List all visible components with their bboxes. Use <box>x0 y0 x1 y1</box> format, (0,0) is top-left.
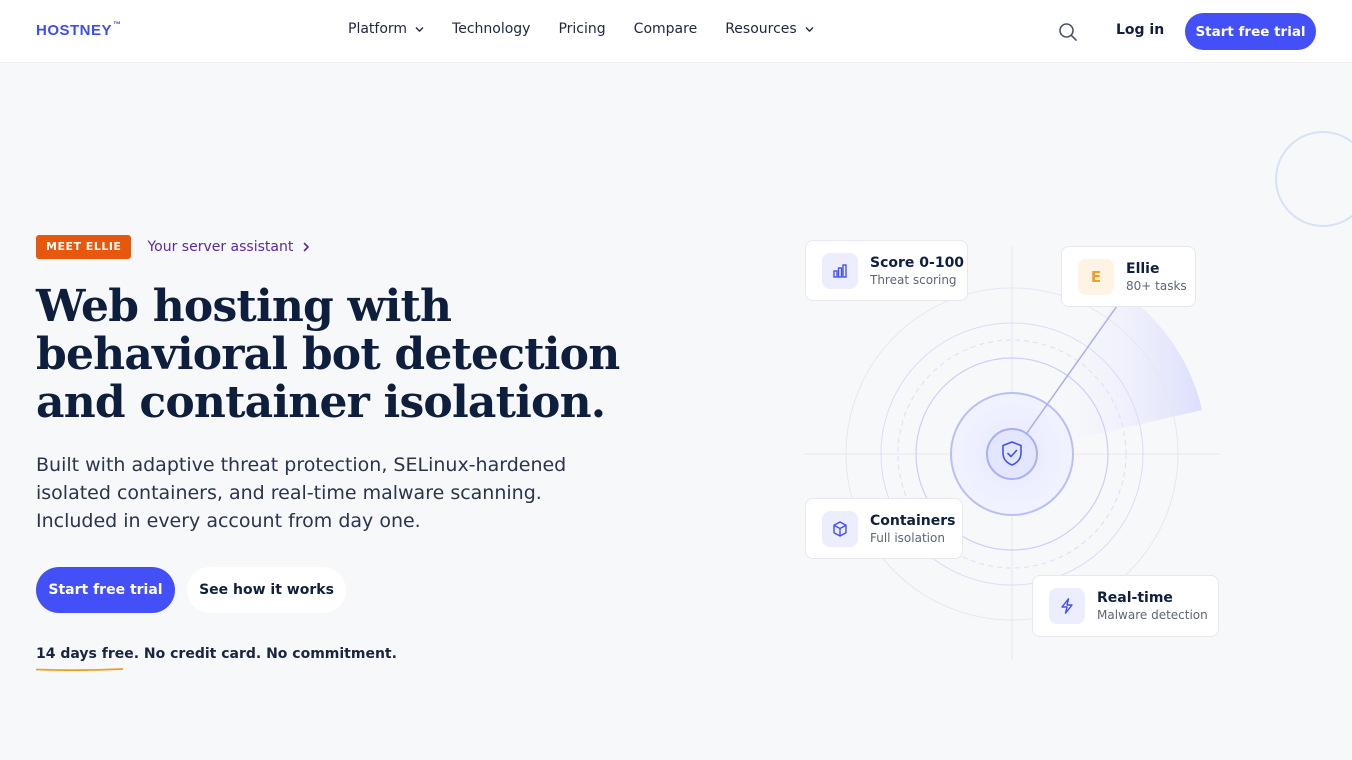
hero-start-trial-button[interactable]: Start free trial <box>36 567 175 613</box>
hero-subtitle-line: Built with adaptive threat protection, S… <box>36 454 567 476</box>
nav-item-label: Compare <box>633 21 698 37</box>
logo[interactable]: HOSTNEY™ <box>36 20 122 39</box>
search-icon[interactable] <box>1058 22 1078 42</box>
ellie-letter: E <box>1090 267 1102 286</box>
hero-subtitle-line: isolated containers, and real-time malwa… <box>36 482 542 504</box>
nav-item-pricing[interactable]: Pricing <box>558 21 605 37</box>
hero-title: Web hosting with behavioral bot detectio… <box>36 283 656 427</box>
containers-card: Containers Full isolation <box>805 498 963 559</box>
card-subtitle: Threat scoring <box>870 272 957 287</box>
nav-item-platform[interactable]: Platform <box>348 21 424 37</box>
card-text: Real-time Malware detection <box>1097 589 1208 623</box>
login-link[interactable]: Log in <box>1116 22 1164 38</box>
realtime-card: Real-time Malware detection <box>1032 575 1219 637</box>
trial-fineprint: 14 days free. No credit card. No commitm… <box>36 646 397 662</box>
nav-item-technology[interactable]: Technology <box>452 21 530 37</box>
announcement-row: MEET ELLIE Your server assistant <box>36 235 311 259</box>
nav-item-resources[interactable]: Resources <box>725 21 814 37</box>
hero-title-line: behavioral bot detection <box>36 329 620 380</box>
decorative-circle <box>1275 131 1352 227</box>
server-assistant-label: Your server assistant <box>147 239 294 255</box>
cube-icon <box>822 510 858 547</box>
card-subtitle: Full isolation <box>870 530 945 545</box>
card-title: Real-time <box>1097 590 1173 606</box>
hero-subtitle-line: Included in every account from day one. <box>36 510 421 532</box>
bar-chart-icon <box>822 252 858 289</box>
logo-text: HOSTNEY <box>36 22 113 39</box>
nav-item-label: Technology <box>452 21 531 37</box>
hero-title-line: and container isolation. <box>36 377 606 428</box>
nav-item-label: Resources <box>725 21 797 37</box>
nav-item-label: Pricing <box>558 21 606 37</box>
ellie-avatar-icon: E <box>1078 258 1114 295</box>
header-start-trial-button[interactable]: Start free trial <box>1185 13 1316 50</box>
card-title: Ellie <box>1126 260 1160 277</box>
card-text: Ellie 80+ tasks <box>1126 260 1187 294</box>
ellie-card: E Ellie 80+ tasks <box>1061 246 1196 307</box>
chevron-down-icon <box>805 26 814 32</box>
hero-subtitle: Built with adaptive threat protection, S… <box>36 451 596 535</box>
card-text: Containers Full isolation <box>870 512 956 546</box>
accent-underline <box>36 668 123 671</box>
card-title: Containers <box>870 512 956 529</box>
chevron-right-icon <box>304 242 310 252</box>
hero-title-line: Web hosting with <box>36 281 452 332</box>
server-assistant-link[interactable]: Your server assistant <box>147 239 311 255</box>
card-title: Score 0-100 <box>870 254 965 271</box>
logo-trademark: ™ <box>113 20 122 29</box>
nav-item-label: Platform <box>348 21 408 37</box>
meet-ellie-badge: MEET ELLIE <box>36 235 132 259</box>
hero-actions: Start free trial See how it works <box>36 567 346 613</box>
see-how-it-works-button[interactable]: See how it works <box>187 567 346 613</box>
site-header: HOSTNEY™ Platform Technology Pricing Com… <box>0 0 1352 63</box>
card-subtitle: 80+ tasks <box>1126 278 1187 293</box>
card-subtitle: Malware detection <box>1097 608 1208 622</box>
lightning-icon <box>1049 588 1085 624</box>
chevron-down-icon <box>415 26 424 32</box>
main-nav: Platform Technology Pricing Compare Reso… <box>348 21 842 37</box>
nav-item-compare[interactable]: Compare <box>634 21 698 37</box>
threat-score-card: Score 0-100 Threat scoring <box>805 240 968 301</box>
card-text: Score 0-100 Threat scoring <box>870 254 964 288</box>
